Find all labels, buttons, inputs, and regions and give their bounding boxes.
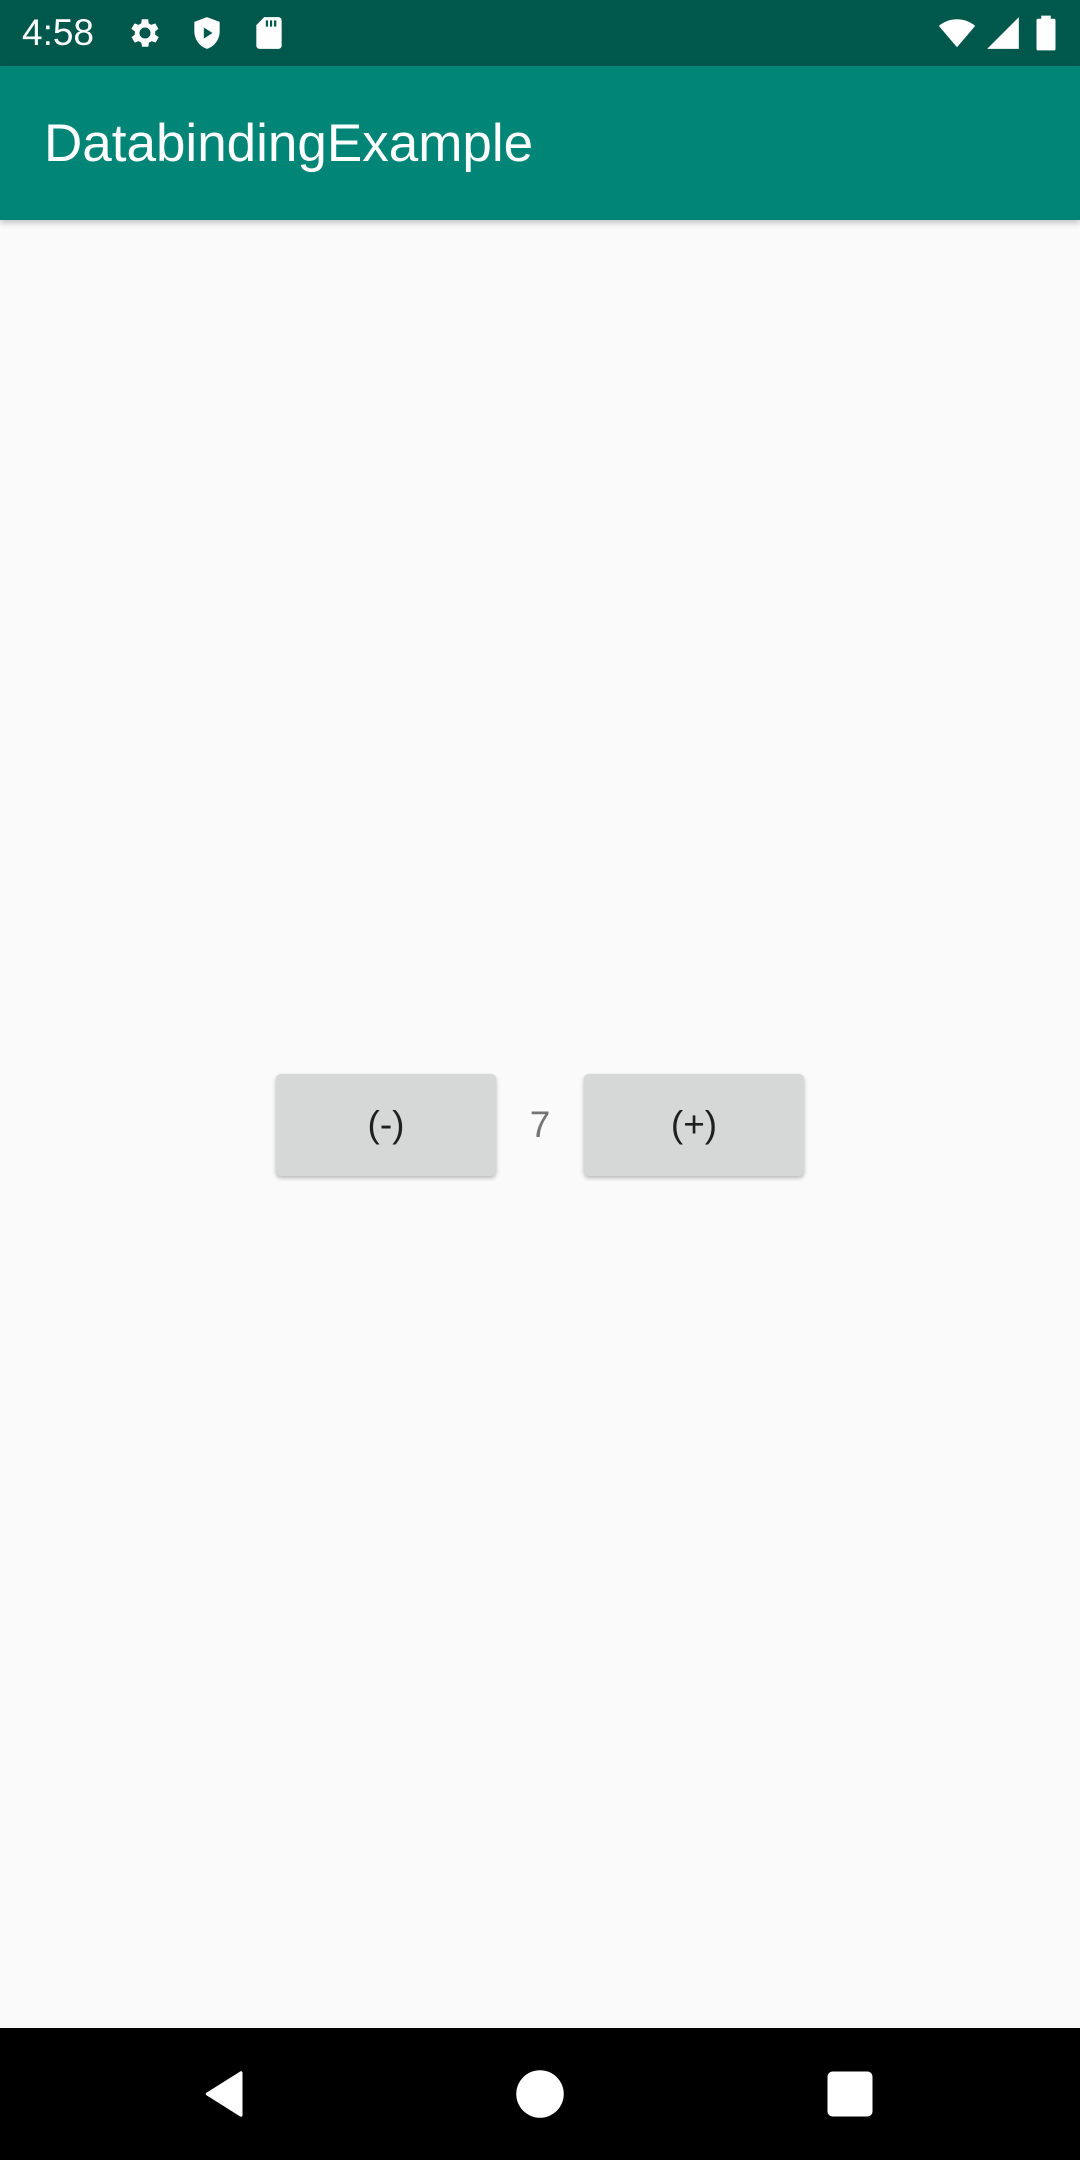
app-title: DatabindingExample <box>44 114 534 173</box>
status-bar: 4:58 <box>0 0 1080 66</box>
back-icon[interactable] <box>196 2064 256 2124</box>
counter-value: 7 <box>529 1104 551 1145</box>
battery-icon <box>1032 14 1060 52</box>
gear-icon <box>126 14 164 52</box>
app-bar: DatabindingExample <box>0 66 1080 220</box>
screen: 4:58 DatabindingExample (-) 7 (+) <box>0 0 1080 2160</box>
recents-icon[interactable] <box>820 2064 880 2124</box>
status-time: 4:58 <box>22 12 95 53</box>
home-icon[interactable] <box>510 2064 570 2124</box>
main-content: (-) 7 (+) <box>0 220 1080 2028</box>
wifi-icon <box>936 14 978 52</box>
cell-signal-icon <box>984 14 1022 52</box>
increment-button[interactable]: (+) <box>584 1074 804 1176</box>
decrement-button[interactable]: (-) <box>276 1074 496 1176</box>
shield-icon <box>188 14 226 52</box>
sd-card-icon <box>250 14 288 52</box>
navigation-bar <box>0 2028 1080 2160</box>
